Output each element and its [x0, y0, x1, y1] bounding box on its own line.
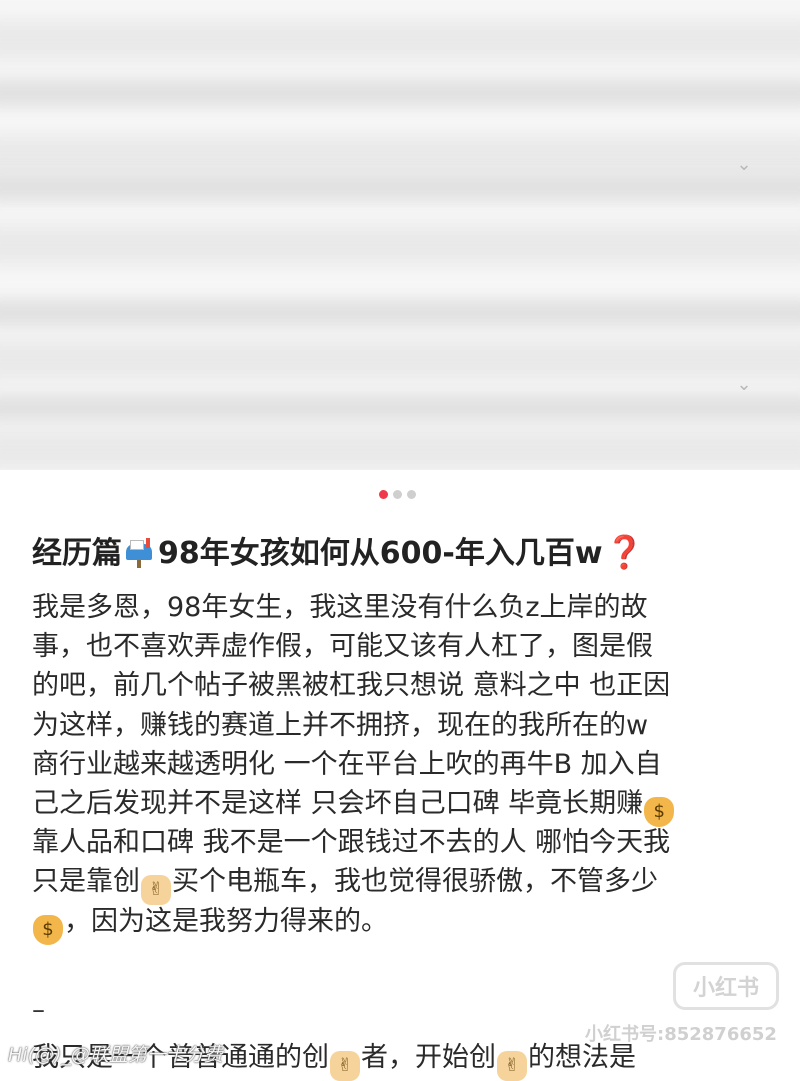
blurred-cover-image: ⌄ ⌄ — [0, 0, 800, 470]
question-mark-icon: ❓ — [604, 533, 645, 571]
carousel-dot-active[interactable] — [379, 490, 388, 499]
body-line: 商行业越来越透明化 一个在平台上吹的再牛B 加入自 — [32, 748, 662, 780]
carousel-dot[interactable] — [393, 490, 402, 499]
mailbox-icon — [124, 538, 156, 568]
carousel-indicator[interactable] — [379, 490, 416, 499]
xiaohongshu-id-watermark: 小红书号:852876652 — [585, 1024, 777, 1045]
body-line: 的吧，前几个帖子被黑被杠我只想说 意料之中 也正因 — [32, 670, 671, 702]
money-bag-icon: $ — [33, 914, 63, 945]
source-watermark: Hi(@)_@联盟第一卡分费 — [8, 1044, 223, 1066]
body-line: 事，也不喜欢弄虚作假，可能又该有人杠了，图是假 — [32, 631, 653, 663]
body-line: 靠人品和口碑 我不是一个跟钱过不去的人 哪怕今天我 — [32, 827, 671, 859]
chevron-down-icon: ⌄ — [736, 374, 752, 395]
victory-hand-icon: ✌ — [141, 875, 171, 906]
body-line: 我是多恩，98年女生，我这里没有什么负z上岸的故 — [32, 592, 648, 623]
post-title: 经历篇 98年女孩如何从600-年入几百w❓ — [32, 528, 772, 578]
carousel-dot[interactable] — [407, 490, 416, 499]
body-line: 为这样，赚钱的赛道上并不拥挤，现在的我所在的w — [32, 709, 649, 741]
xiaohongshu-watermark-logo: 小红书 — [673, 962, 779, 1010]
body-line: 只是靠创 ✌ 买个电瓶车，我也觉得很骄傲，不管多少 — [32, 862, 772, 906]
victory-hand-icon: ✌ — [497, 1051, 527, 1081]
post-body: 我是多恩，98年女生，我这里没有什么负z上岸的故 事，也不喜欢弄虚作假，可能又该… — [32, 588, 772, 945]
title-part: 98年女孩如何从600-年入几百w — [158, 536, 603, 571]
victory-hand-icon: ✌ — [330, 1051, 360, 1081]
body-line: 己之后发现并不是这样 只会坏自己口碑 毕竟长期赚 $ — [32, 784, 772, 827]
body-text: 只是靠创 — [32, 866, 140, 898]
separator: – — [32, 995, 45, 1025]
body-text: ，因为这是我努力得来的。 — [64, 905, 388, 937]
body-text: 买个电瓶车，我也觉得很骄傲，不管多少 — [172, 866, 658, 898]
body-text: 者，开始创 — [361, 1042, 496, 1073]
title-part: 经历篇 — [32, 536, 122, 571]
body-text: 己之后发现并不是这样 只会坏自己口碑 毕竟长期赚 — [32, 787, 644, 819]
chevron-down-icon: ⌄ — [736, 154, 752, 175]
body-text: 的想法是 — [528, 1042, 636, 1073]
body-line: $ ，因为这是我努力得来的。 — [32, 902, 772, 945]
